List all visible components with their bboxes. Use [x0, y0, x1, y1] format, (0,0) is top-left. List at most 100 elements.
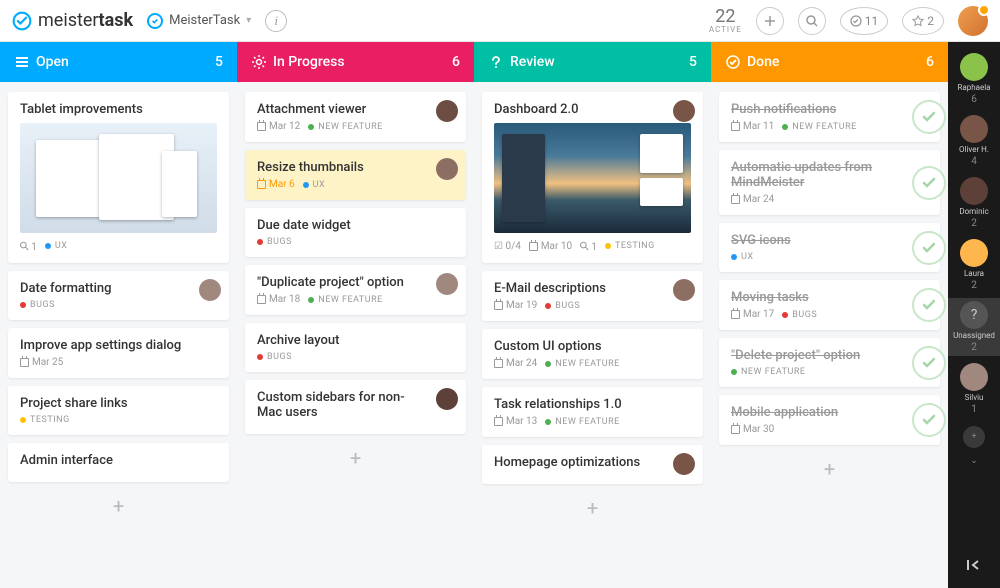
- project-selector[interactable]: MeisterTask ▾: [147, 13, 251, 29]
- add-card-button[interactable]: +: [245, 442, 466, 474]
- done-check-icon: [912, 346, 946, 380]
- member-name: Dominic: [959, 207, 988, 216]
- calendar-icon: [529, 242, 538, 251]
- card-meta: Mar 18NEW FEATURE: [257, 294, 454, 305]
- card-meta: Mar 25: [20, 357, 217, 368]
- card-meta: Mar 24: [731, 194, 928, 205]
- logo-check-icon: [12, 11, 32, 31]
- card-title: Tablet improvements: [20, 102, 217, 117]
- done-check-icon: [912, 288, 946, 322]
- card-title: SVG icons: [731, 233, 928, 248]
- sidebar-member[interactable]: Raphaela6: [948, 50, 1000, 108]
- done-check-icon: [912, 100, 946, 134]
- tag: NEW FEATURE: [308, 122, 383, 132]
- member-name: Laura: [964, 269, 984, 278]
- card-title: Automatic updates from MindMeister: [731, 160, 928, 190]
- task-card[interactable]: Project share linksTESTING: [8, 386, 229, 435]
- task-card[interactable]: Attachment viewerMar 12NEW FEATURE: [245, 92, 466, 142]
- due-date: Mar 25: [20, 357, 63, 368]
- sidebar-member[interactable]: Dominic 2: [948, 174, 1000, 232]
- task-card[interactable]: Mobile applicationMar 30: [719, 395, 940, 445]
- calendar-icon: [731, 425, 740, 434]
- card-meta: Mar 19BUGS: [494, 300, 691, 311]
- add-card-button[interactable]: +: [8, 490, 229, 522]
- tag: BUGS: [257, 352, 292, 362]
- add-button[interactable]: [756, 7, 784, 35]
- info-button[interactable]: i: [265, 10, 287, 32]
- member-name: Silviu: [965, 393, 984, 402]
- card-meta: Mar 11NEW FEATURE: [731, 121, 928, 132]
- task-card[interactable]: Resize thumbnailsMar 6UX: [245, 150, 466, 200]
- card-meta: Mar 13NEW FEATURE: [494, 416, 691, 427]
- completed-count[interactable]: 11: [840, 7, 889, 35]
- active-tasks-count[interactable]: 22 ACTIVE: [709, 8, 742, 34]
- due-date: Mar 30: [731, 424, 774, 435]
- column-body: Attachment viewerMar 12NEW FEATURE Resize…: [237, 82, 474, 588]
- task-card[interactable]: SVG iconsUX: [719, 223, 940, 272]
- attachment-count: ⚲ 1: [580, 239, 597, 253]
- task-card[interactable]: Tablet improvements⚲ 1UX: [8, 92, 229, 263]
- card-preview-image: [494, 123, 691, 233]
- member-avatar: [960, 239, 988, 267]
- sidebar-member[interactable]: Laura2: [948, 236, 1000, 294]
- card-title: Improve app settings dialog: [20, 338, 217, 353]
- add-member-button[interactable]: +: [963, 426, 985, 448]
- card-title: Due date widget: [257, 218, 454, 233]
- project-check-icon: [147, 13, 163, 29]
- card-meta: Mar 17BUGS: [731, 309, 928, 320]
- sidebar-member[interactable]: Oliver H.4: [948, 112, 1000, 170]
- card-title: "Duplicate project" option: [257, 275, 454, 290]
- member-avatar: [960, 363, 988, 391]
- task-card[interactable]: Automatic updates from MindMeister Mar 24: [719, 150, 940, 215]
- due-date: Mar 17: [731, 309, 774, 320]
- members-sidebar: Raphaela6Oliver H.4 Dominic 2 Laura2?Unassi…: [948, 42, 1000, 588]
- card-title: Dashboard 2.0: [494, 102, 691, 117]
- card-meta: Mar 6UX: [257, 179, 454, 190]
- task-card[interactable]: Custom UI optionsMar 24NEW FEATURE: [482, 329, 703, 379]
- task-card[interactable]: Push notifications Mar 11NEW FEATURE: [719, 92, 940, 142]
- add-card-button[interactable]: +: [482, 492, 703, 524]
- task-card[interactable]: Improve app settings dialog Mar 25: [8, 328, 229, 378]
- member-avatar: [960, 115, 988, 143]
- task-card[interactable]: Admin interface: [8, 443, 229, 482]
- card-title: Date formatting: [20, 281, 217, 296]
- task-card[interactable]: Dashboard 2.0☑ 0/4Mar 10⚲ 1TESTING: [482, 92, 703, 263]
- checklist-icon: ☑ 0/4: [494, 241, 521, 252]
- add-card-button[interactable]: +: [719, 453, 940, 485]
- question-icon: [488, 54, 510, 70]
- user-avatar[interactable]: [958, 6, 988, 36]
- column-header[interactable]: In Progress6: [237, 42, 474, 82]
- sidebar-member[interactable]: ?Unassigned2: [948, 298, 1000, 356]
- card-meta: Mar 30: [731, 424, 928, 435]
- column-header[interactable]: Open5: [0, 42, 237, 82]
- task-card[interactable]: Archive layoutBUGS: [245, 323, 466, 372]
- column-header[interactable]: Done6: [711, 42, 948, 82]
- collapse-sidebar-button[interactable]: [964, 558, 984, 580]
- search-button[interactable]: [798, 7, 826, 35]
- sidebar-member[interactable]: Silviu1: [948, 360, 1000, 418]
- starred-count[interactable]: 2: [902, 7, 944, 35]
- task-card[interactable]: E-Mail descriptionsMar 19BUGS: [482, 271, 703, 321]
- assignee-avatar: [673, 279, 695, 301]
- task-card[interactable]: Homepage optimizations: [482, 445, 703, 484]
- task-card[interactable]: Moving tasks Mar 17BUGS: [719, 280, 940, 330]
- task-card[interactable]: Task relationships 1.0Mar 13NEW FEATURE: [482, 387, 703, 437]
- chevron-down-icon[interactable]: ⌄: [970, 456, 978, 466]
- member-count: 4: [971, 156, 977, 167]
- task-card[interactable]: "Delete project" optionNEW FEATURE: [719, 338, 940, 387]
- card-title: Push notifications: [731, 102, 928, 117]
- card-meta: BUGS: [257, 352, 454, 362]
- card-title: Moving tasks: [731, 290, 928, 305]
- tag: TESTING: [605, 241, 655, 251]
- task-card[interactable]: Custom sidebars for non-Mac users: [245, 380, 466, 434]
- card-meta: TESTING: [20, 415, 217, 425]
- card-preview-image: [20, 123, 217, 233]
- task-card[interactable]: "Duplicate project" option Mar 18NEW FEAT…: [245, 265, 466, 315]
- member-count: 2: [971, 218, 977, 229]
- member-avatar: ?: [960, 301, 988, 329]
- chevron-down-icon: ▾: [246, 15, 251, 26]
- task-card[interactable]: Date formattingBUGS: [8, 271, 229, 320]
- card-title: Homepage optimizations: [494, 455, 691, 470]
- column-header[interactable]: Review5: [474, 42, 711, 82]
- task-card[interactable]: Due date widgetBUGS: [245, 208, 466, 257]
